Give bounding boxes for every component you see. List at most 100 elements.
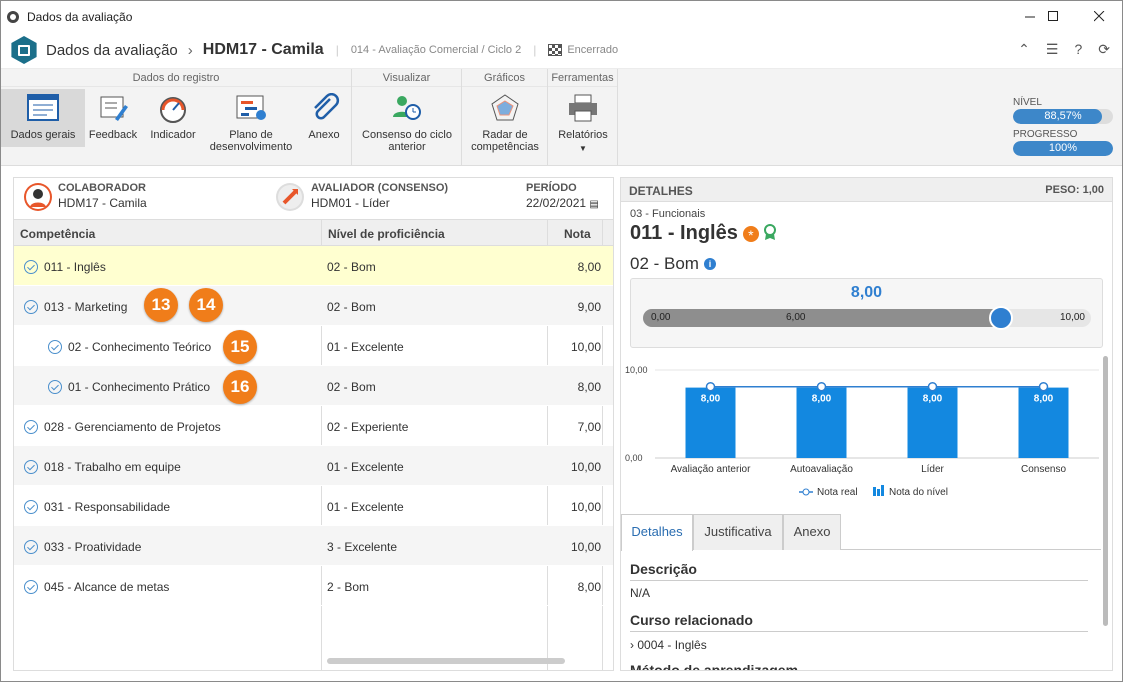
table-row[interactable]: 018 - Trabalho em equipe 01 - Excelente 10… bbox=[14, 446, 613, 486]
page-title: HDM17 - Camila bbox=[202, 41, 324, 58]
avaliador-value: HDM01 - Líder bbox=[311, 196, 390, 210]
table-row[interactable]: 01 - Conhecimento Prático 02 - Bom 8,00 bbox=[14, 366, 613, 406]
data-point bbox=[816, 381, 827, 392]
list-icon[interactable]: ☰ bbox=[1046, 41, 1059, 58]
proficiency-level: 01 - Excelente bbox=[327, 460, 404, 474]
collaborator-avatar bbox=[24, 183, 52, 211]
table-row[interactable]: 031 - Responsabilidade 01 - Excelente 10,0… bbox=[14, 486, 613, 526]
group-label: Dados do registro bbox=[1, 69, 351, 87]
grade-value: 8,00 bbox=[577, 260, 601, 274]
competency-name: 02 - Conhecimento Teórico bbox=[68, 340, 212, 354]
competency-name: 01 - Conhecimento Prático bbox=[68, 380, 211, 394]
indicador-button[interactable]: Indicador bbox=[143, 89, 203, 141]
bar-data-label: 8,00 bbox=[923, 394, 943, 405]
development-plan-icon bbox=[235, 93, 267, 123]
group-label: Gráficos bbox=[462, 69, 547, 87]
competency-name: 033 - Proatividade bbox=[44, 540, 142, 554]
caret-down-icon: ▼ bbox=[579, 144, 587, 153]
breadcrumb: Dados da avaliação › HDM17 - Camila | 01… bbox=[1, 32, 1122, 69]
dados-gerais-button[interactable]: Dados gerais bbox=[1, 89, 85, 147]
proficiency-level: 3 - Excelente bbox=[327, 540, 398, 554]
table-header: Competência Nível de proficiência Nota bbox=[14, 220, 613, 246]
table-row[interactable]: 02 - Conhecimento Teórico 01 - Excelente 1… bbox=[14, 326, 613, 366]
check-circle-icon bbox=[24, 500, 38, 514]
competencies-panel: COLABORADOR HDM17 - Camila AVALIADOR (CON… bbox=[13, 177, 614, 671]
group-visualizar: Visualizar Consenso do ciclo anterior bbox=[352, 69, 462, 166]
breadcrumb-app[interactable]: Dados da avaliação bbox=[46, 42, 178, 59]
consenso-ciclo-button[interactable]: Consenso do ciclo anterior bbox=[356, 89, 458, 153]
refresh-icon[interactable]: ⟳ bbox=[1098, 41, 1110, 58]
group-dados-registro: Dados do registro Dados gerais Feedback … bbox=[1, 69, 352, 166]
colaborador-value: HDM17 - Camila bbox=[58, 196, 147, 210]
legend-bar-marker bbox=[873, 487, 876, 496]
proficiency-level: 01 - Excelente bbox=[327, 340, 404, 354]
column-nivel[interactable]: Nível de proficiência bbox=[328, 227, 445, 241]
competency-name: 028 - Gerenciamento de Projetos bbox=[44, 420, 221, 434]
close-button[interactable] bbox=[1076, 1, 1122, 32]
consensus-icon bbox=[391, 93, 423, 123]
proficiency-level: 2 - Bom bbox=[327, 580, 370, 594]
tab-detalhes[interactable]: Detalhes bbox=[621, 514, 693, 551]
curso-value[interactable]: 0004 - Inglês bbox=[637, 638, 706, 652]
check-circle-icon bbox=[24, 460, 38, 474]
avaliador-label: AVALIADOR (CONSENSO) bbox=[311, 182, 449, 194]
gauge-icon bbox=[157, 93, 189, 123]
grade-value: 7,00 bbox=[577, 420, 601, 434]
legend-bar-marker bbox=[881, 485, 884, 496]
bar-data-label: 8,00 bbox=[701, 394, 721, 405]
bar-data-label: 8,00 bbox=[1034, 394, 1054, 405]
descricao-heading: Descrição bbox=[630, 561, 1088, 581]
column-nota[interactable]: Nota bbox=[564, 227, 591, 241]
tab-justificativa[interactable]: Justificativa bbox=[693, 514, 783, 550]
x-tick-label: Consenso bbox=[1021, 464, 1066, 475]
button-label: Feedback bbox=[88, 129, 138, 141]
data-point bbox=[1038, 381, 1049, 392]
tab-anexo[interactable]: Anexo bbox=[783, 514, 841, 550]
periodo-value: 22/02/2021 bbox=[526, 196, 587, 210]
horizontal-scrollbar[interactable] bbox=[327, 658, 565, 664]
progresso-value: 100% bbox=[1048, 142, 1078, 154]
progresso-label: PROGRESSO bbox=[1013, 129, 1078, 140]
detail-tabs: Detalhes Justificativa Anexo bbox=[621, 514, 1101, 551]
competency-name: 045 - Alcance de metas bbox=[44, 580, 170, 594]
table-row[interactable]: 033 - Proatividade 3 - Excelente 10,00 bbox=[14, 526, 613, 566]
proficiency-level: 02 - Bom bbox=[327, 380, 376, 394]
feedback-button[interactable]: Feedback bbox=[85, 89, 141, 141]
grade-value: 9,00 bbox=[577, 300, 601, 314]
step-badge: 16 bbox=[223, 370, 257, 404]
anexo-button[interactable]: Anexo bbox=[299, 89, 349, 141]
plano-desenvolvimento-button[interactable]: Plano de desenvolvimento bbox=[205, 89, 297, 153]
radar-competencias-button[interactable]: Radar de competências bbox=[466, 89, 544, 153]
slider-track[interactable]: 0,00 6,00 10,00 bbox=[643, 309, 1091, 327]
legend-point-marker bbox=[802, 488, 810, 496]
competency-name: 013 - Marketing bbox=[44, 300, 128, 314]
proficiency-level: 02 - Bom bbox=[327, 260, 376, 274]
details-panel: DETALHES PESO: 1,00 03 - Funcionais 011 -… bbox=[620, 177, 1113, 671]
competency-name: 018 - Trabalho em equipe bbox=[44, 460, 181, 474]
feedback-icon bbox=[97, 93, 129, 123]
printer-icon bbox=[567, 93, 599, 123]
status-badge: Encerrado bbox=[567, 44, 619, 56]
table-row[interactable]: 013 - Marketing 02 - Bom 9,00 bbox=[14, 286, 613, 326]
relatorios-button[interactable]: Relatórios ▼ bbox=[552, 89, 614, 155]
y-tick-label: 10,00 bbox=[625, 365, 648, 375]
grades-chart: 10,00 0,00 8,00 Avaliação anterior 8,00 Autoa… bbox=[625, 365, 1099, 498]
table-row[interactable]: 011 - Inglês 02 - Bom 8,00 bbox=[14, 246, 613, 286]
vertical-scrollbar[interactable] bbox=[1103, 356, 1108, 626]
details-title: DETALHES bbox=[629, 184, 693, 198]
column-competencia[interactable]: Competência bbox=[20, 227, 95, 241]
collapse-up-icon[interactable]: ⌃ bbox=[1018, 41, 1030, 58]
maximize-button[interactable] bbox=[1030, 1, 1076, 32]
info-icon[interactable]: i bbox=[703, 258, 716, 270]
competency-name: 011 - Inglês bbox=[44, 260, 106, 274]
message-icon[interactable]: ▤ bbox=[589, 199, 598, 210]
app-logo-icon bbox=[11, 36, 37, 64]
help-icon[interactable]: ? bbox=[1074, 41, 1082, 58]
table-row[interactable]: 045 - Alcance de metas 2 - Bom 8,00 bbox=[14, 566, 613, 606]
nivel-value: 88,57% bbox=[1044, 110, 1082, 122]
table-row[interactable]: 028 - Gerenciamento de Projetos 02 - Expe… bbox=[14, 406, 613, 446]
check-circle-icon bbox=[24, 580, 38, 594]
legend-item: Nota do nível bbox=[889, 487, 948, 498]
slider-min: 0,00 bbox=[651, 312, 671, 323]
grade-value: 10,00 bbox=[570, 540, 601, 554]
